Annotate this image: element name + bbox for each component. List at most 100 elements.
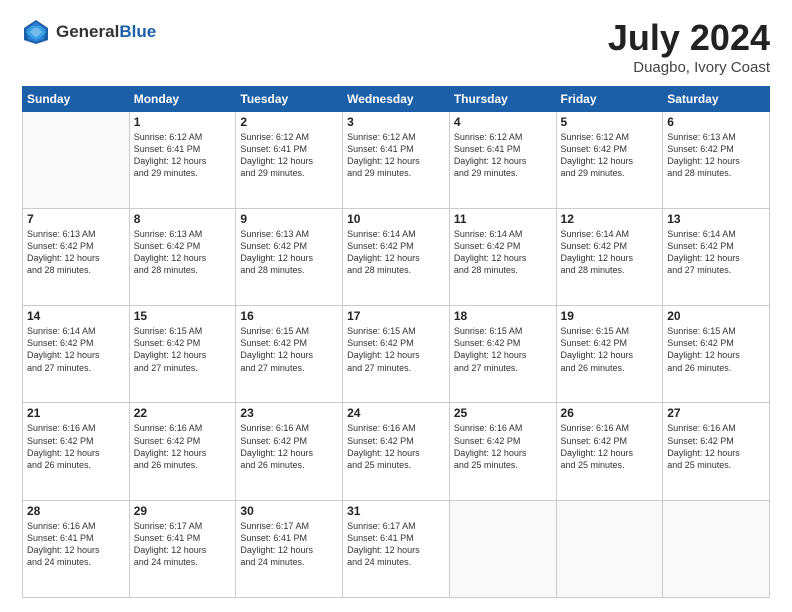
- calendar-week-row: 14 Sunrise: 6:14 AM Sunset: 6:42 PM Dayli…: [23, 306, 770, 403]
- calendar-header-row: SundayMondayTuesdayWednesdayThursdayFrid…: [23, 86, 770, 111]
- calendar-cell: 3 Sunrise: 6:12 AM Sunset: 6:41 PM Daylig…: [343, 111, 450, 208]
- weekday-header: Wednesday: [343, 86, 450, 111]
- day-info: Sunrise: 6:14 AM Sunset: 6:42 PM Dayligh…: [454, 228, 552, 277]
- day-number: 29: [134, 504, 232, 518]
- day-info: Sunrise: 6:17 AM Sunset: 6:41 PM Dayligh…: [240, 520, 338, 569]
- day-number: 1: [134, 115, 232, 129]
- calendar-cell: 26 Sunrise: 6:16 AM Sunset: 6:42 PM Dayli…: [556, 403, 663, 500]
- calendar-cell: 22Sunrise: 6:16 AM Sunset: 6:42 PM Dayli…: [129, 403, 236, 500]
- calendar-cell: 1 Sunrise: 6:12 AM Sunset: 6:41 PM Daylig…: [129, 111, 236, 208]
- day-info: Sunrise: 6:12 AM Sunset: 6:41 PM Dayligh…: [134, 131, 232, 180]
- day-number: 8: [134, 212, 232, 226]
- day-number: 30: [240, 504, 338, 518]
- calendar-cell: 13 Sunrise: 6:14 AM Sunset: 6:42 PM Dayli…: [663, 208, 770, 305]
- calendar-cell: 17 Sunrise: 6:15 AM Sunset: 6:42 PM Dayli…: [343, 306, 450, 403]
- day-number: 16: [240, 309, 338, 323]
- calendar-cell: 29 Sunrise: 6:17 AM Sunset: 6:41 PM Dayli…: [129, 500, 236, 597]
- day-info: Sunrise: 6:14 AM Sunset: 6:42 PM Dayligh…: [667, 228, 765, 277]
- header: GeneralBlue July 2024 Duagbo, Ivory Coas…: [22, 18, 770, 76]
- logo-blue: Blue: [119, 22, 156, 41]
- logo-general: General: [56, 22, 119, 41]
- calendar-cell: 10 Sunrise: 6:14 AM Sunset: 6:42 PM Dayli…: [343, 208, 450, 305]
- day-info: Sunrise: 6:15 AM Sunset: 6:42 PM Dayligh…: [561, 325, 659, 374]
- day-number: 12: [561, 212, 659, 226]
- day-number: 18: [454, 309, 552, 323]
- weekday-header: Friday: [556, 86, 663, 111]
- day-number: 7: [27, 212, 125, 226]
- calendar-cell: 2 Sunrise: 6:12 AM Sunset: 6:41 PM Daylig…: [236, 111, 343, 208]
- calendar-cell: 28 Sunrise: 6:16 AM Sunset: 6:41 PM Dayli…: [23, 500, 130, 597]
- day-number: 14: [27, 309, 125, 323]
- day-info: Sunrise: 6:16 AM Sunset: 6:41 PM Dayligh…: [27, 520, 125, 569]
- day-info: Sunrise: 6:16 AM Sunset: 6:42 PM Dayligh…: [27, 422, 125, 471]
- day-info: Sunrise: 6:17 AM Sunset: 6:41 PM Dayligh…: [347, 520, 445, 569]
- location: Duagbo, Ivory Coast: [608, 59, 770, 76]
- day-info: Sunrise: 6:12 AM Sunset: 6:41 PM Dayligh…: [240, 131, 338, 180]
- day-info: Sunrise: 6:15 AM Sunset: 6:42 PM Dayligh…: [454, 325, 552, 374]
- calendar-cell: 25Sunrise: 6:16 AM Sunset: 6:42 PM Dayli…: [449, 403, 556, 500]
- calendar-cell: 21 Sunrise: 6:16 AM Sunset: 6:42 PM Dayli…: [23, 403, 130, 500]
- day-number: 22: [134, 406, 232, 420]
- calendar-cell: 27Sunrise: 6:16 AM Sunset: 6:42 PM Dayli…: [663, 403, 770, 500]
- calendar-cell: 14 Sunrise: 6:14 AM Sunset: 6:42 PM Dayli…: [23, 306, 130, 403]
- day-info: Sunrise: 6:12 AM Sunset: 6:41 PM Dayligh…: [347, 131, 445, 180]
- day-number: 3: [347, 115, 445, 129]
- day-info: Sunrise: 6:13 AM Sunset: 6:42 PM Dayligh…: [667, 131, 765, 180]
- day-number: 10: [347, 212, 445, 226]
- calendar-cell: 11 Sunrise: 6:14 AM Sunset: 6:42 PM Dayli…: [449, 208, 556, 305]
- day-info: Sunrise: 6:17 AM Sunset: 6:41 PM Dayligh…: [134, 520, 232, 569]
- day-number: 25: [454, 406, 552, 420]
- day-number: 31: [347, 504, 445, 518]
- calendar-cell: 31 Sunrise: 6:17 AM Sunset: 6:41 PM Dayli…: [343, 500, 450, 597]
- day-number: 19: [561, 309, 659, 323]
- day-info: Sunrise: 6:15 AM Sunset: 6:42 PM Dayligh…: [134, 325, 232, 374]
- calendar-cell: 9 Sunrise: 6:13 AM Sunset: 6:42 PM Daylig…: [236, 208, 343, 305]
- day-info: Sunrise: 6:16 AM Sunset: 6:42 PM Dayligh…: [561, 422, 659, 471]
- calendar-cell: 24 Sunrise: 6:16 AM Sunset: 6:42 PM Dayli…: [343, 403, 450, 500]
- calendar-cell: 5 Sunrise: 6:12 AM Sunset: 6:42 PM Daylig…: [556, 111, 663, 208]
- calendar-cell: 7Sunrise: 6:13 AM Sunset: 6:42 PM Daylig…: [23, 208, 130, 305]
- day-info: Sunrise: 6:14 AM Sunset: 6:42 PM Dayligh…: [347, 228, 445, 277]
- logo-text: GeneralBlue: [56, 23, 156, 42]
- logo: GeneralBlue: [22, 18, 156, 46]
- calendar-week-row: 7 Sunrise: 6:13 AM Sunset: 6:42 PM Daylig…: [23, 208, 770, 305]
- day-number: 6: [667, 115, 765, 129]
- calendar-cell: 16Sunrise: 6:15 AM Sunset: 6:42 PM Dayli…: [236, 306, 343, 403]
- day-number: 13: [667, 212, 765, 226]
- day-number: 28: [27, 504, 125, 518]
- day-number: 11: [454, 212, 552, 226]
- day-info: Sunrise: 6:14 AM Sunset: 6:42 PM Dayligh…: [561, 228, 659, 277]
- day-info: Sunrise: 6:15 AM Sunset: 6:42 PM Dayligh…: [347, 325, 445, 374]
- day-number: 24: [347, 406, 445, 420]
- day-number: 2: [240, 115, 338, 129]
- day-info: Sunrise: 6:12 AM Sunset: 6:42 PM Dayligh…: [561, 131, 659, 180]
- day-number: 5: [561, 115, 659, 129]
- day-info: Sunrise: 6:12 AM Sunset: 6:41 PM Dayligh…: [454, 131, 552, 180]
- calendar-cell: [663, 500, 770, 597]
- day-info: Sunrise: 6:14 AM Sunset: 6:42 PM Dayligh…: [27, 325, 125, 374]
- day-number: 26: [561, 406, 659, 420]
- day-number: 23: [240, 406, 338, 420]
- day-number: 4: [454, 115, 552, 129]
- calendar-cell: 18 Sunrise: 6:15 AM Sunset: 6:42 PM Dayli…: [449, 306, 556, 403]
- day-number: 21: [27, 406, 125, 420]
- day-info: Sunrise: 6:16 AM Sunset: 6:42 PM Dayligh…: [347, 422, 445, 471]
- calendar-table: SundayMondayTuesdayWednesdayThursdayFrid…: [22, 86, 770, 598]
- calendar-cell: 4 Sunrise: 6:12 AM Sunset: 6:41 PM Daylig…: [449, 111, 556, 208]
- day-info: Sunrise: 6:13 AM Sunset: 6:42 PM Dayligh…: [134, 228, 232, 277]
- title-block: July 2024 Duagbo, Ivory Coast: [608, 18, 770, 76]
- calendar-cell: 23Sunrise: 6:16 AM Sunset: 6:42 PM Dayli…: [236, 403, 343, 500]
- calendar-cell: [23, 111, 130, 208]
- day-number: 15: [134, 309, 232, 323]
- day-info: Sunrise: 6:13 AM Sunset: 6:42 PM Dayligh…: [240, 228, 338, 277]
- weekday-header: Tuesday: [236, 86, 343, 111]
- day-number: 17: [347, 309, 445, 323]
- calendar-cell: 15 Sunrise: 6:15 AM Sunset: 6:42 PM Dayli…: [129, 306, 236, 403]
- day-number: 27: [667, 406, 765, 420]
- weekday-header: Saturday: [663, 86, 770, 111]
- month-title: July 2024: [608, 18, 770, 58]
- day-number: 9: [240, 212, 338, 226]
- weekday-header: Sunday: [23, 86, 130, 111]
- calendar-cell: [449, 500, 556, 597]
- calendar-cell: 8 Sunrise: 6:13 AM Sunset: 6:42 PM Daylig…: [129, 208, 236, 305]
